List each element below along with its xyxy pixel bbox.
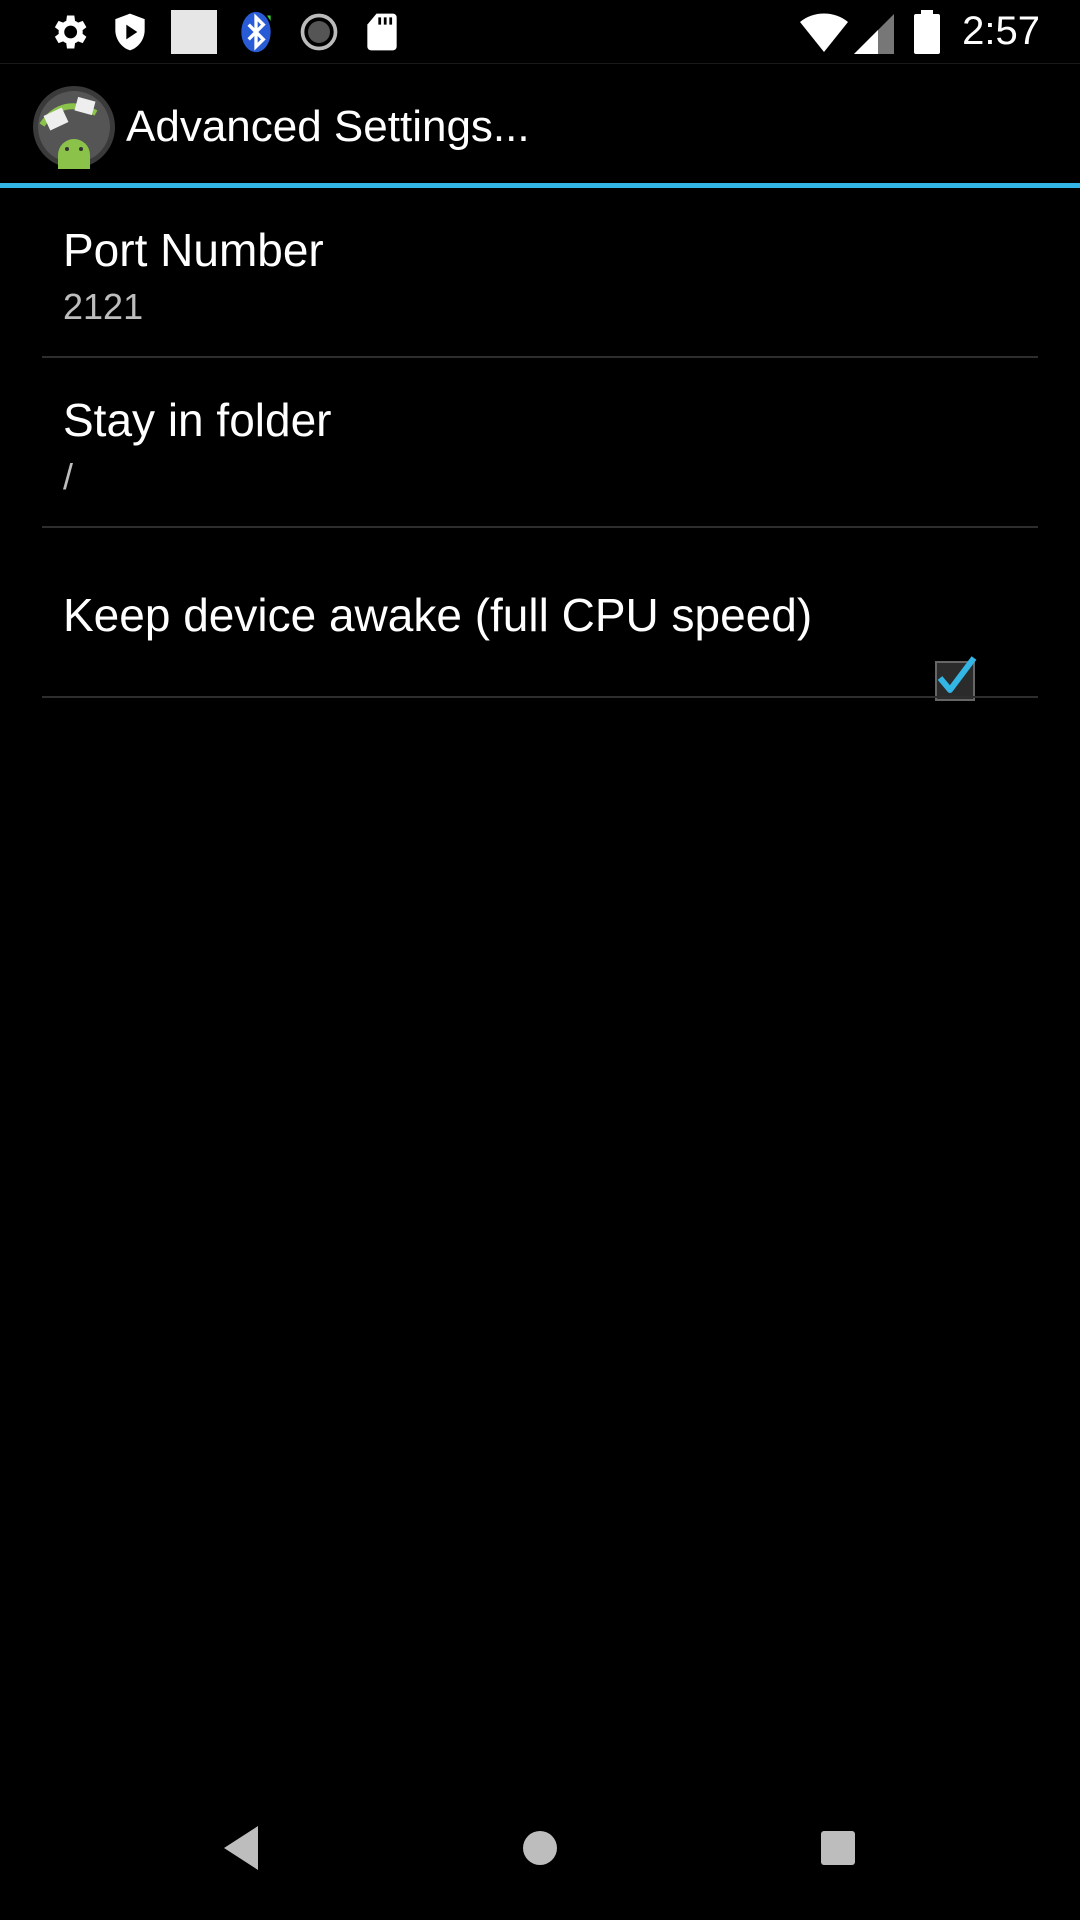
sync-circle-icon <box>300 13 338 51</box>
battery-icon <box>914 9 941 54</box>
bluetooth-icon <box>241 11 271 53</box>
back-icon[interactable] <box>210 1816 274 1880</box>
status-bar: 2:57 <box>0 0 1080 63</box>
navigation-bar <box>0 1776 1080 1920</box>
pref-summary: / <box>63 456 74 497</box>
shield-play-icon <box>115 13 145 51</box>
pref-title: Keep device awake (full CPU speed) <box>63 589 813 641</box>
list-divider <box>42 696 1038 698</box>
wifi-icon <box>800 12 849 52</box>
home-icon[interactable] <box>508 1816 572 1880</box>
pref-stay-in-folder[interactable]: Stay in folder / <box>42 358 1038 528</box>
app-logo-icon[interactable] <box>32 85 116 169</box>
page-title: Advanced Settings... <box>126 102 530 151</box>
pref-title: Port Number <box>63 224 324 276</box>
pref-summary: 2121 <box>63 286 144 327</box>
pref-title: Stay in folder <box>63 394 332 446</box>
pref-keep-device-awake[interactable]: Keep device awake (full CPU speed) <box>42 528 1038 701</box>
cell-signal-icon <box>854 13 895 54</box>
recents-icon[interactable] <box>806 1816 870 1880</box>
blank-square-icon <box>171 10 217 54</box>
gear-icon <box>54 15 87 49</box>
sd-card-icon <box>367 13 397 51</box>
pref-port-number[interactable]: Port Number 2121 <box>42 188 1038 358</box>
clock: 2:57 <box>962 9 1040 53</box>
action-bar: Advanced Settings... <box>0 64 1080 184</box>
